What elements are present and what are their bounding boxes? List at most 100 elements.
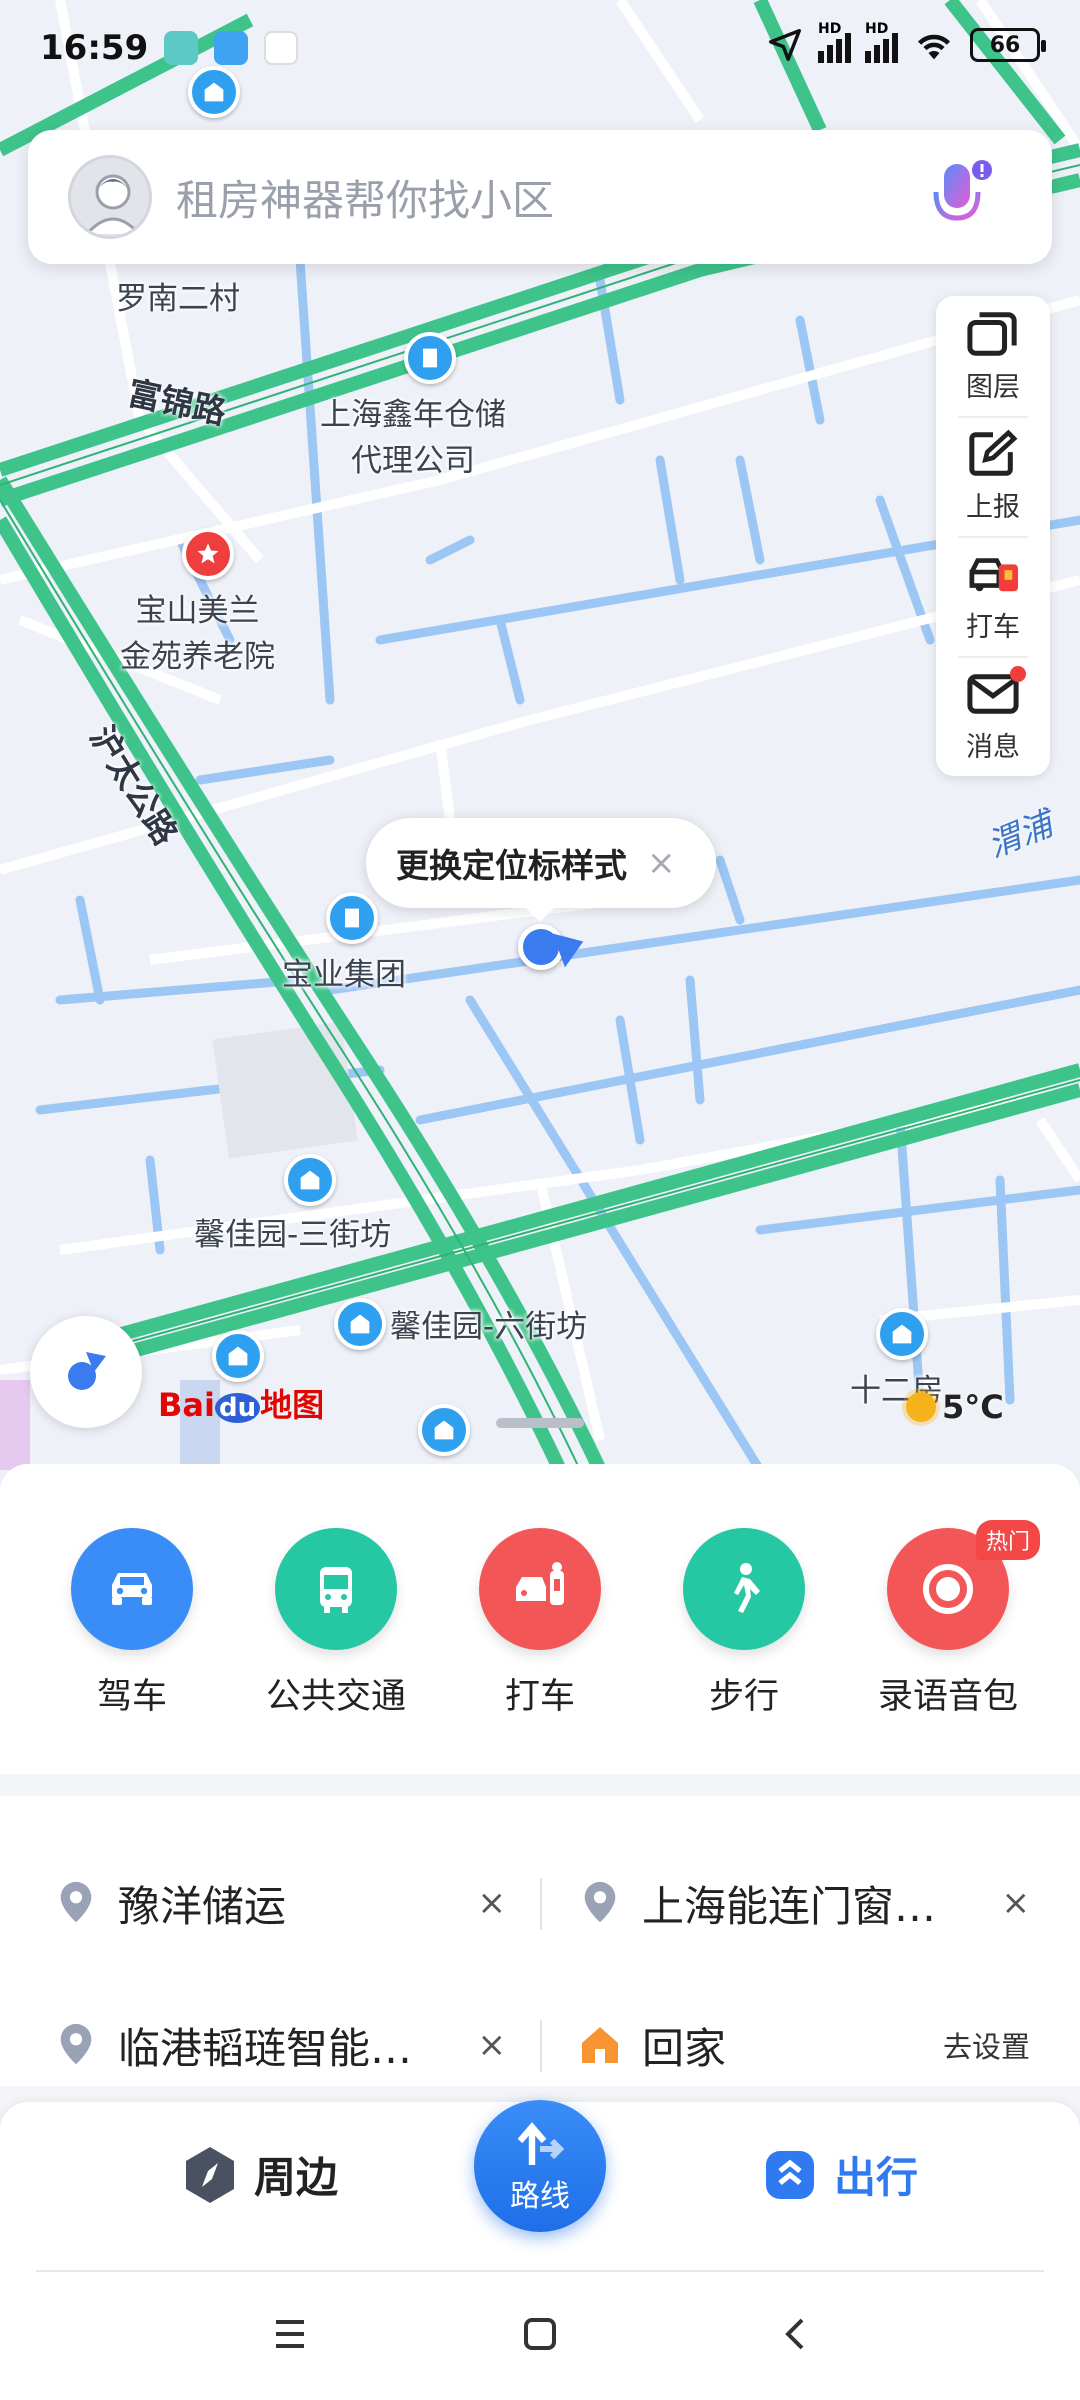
tool-label: 消息 (966, 731, 1020, 763)
recent-destinations: 豫洋储运 × 上海能连门窗… × 临港韬琏智能… × 回家 去设置 (0, 1796, 1080, 2086)
sheet-drag-handle[interactable] (496, 1418, 584, 1428)
poi-building-icon[interactable] (334, 1298, 386, 1350)
remove-icon[interactable]: × (478, 2025, 507, 2065)
wifi-icon (917, 34, 951, 60)
map-place-label[interactable]: 上海鑫年仓储 代理公司 (320, 392, 506, 484)
tool-layers[interactable]: 图层 (936, 296, 1050, 416)
map-place-label[interactable]: 馨佳园-六街坊 (390, 1304, 587, 1350)
route-label: 路线 (510, 2179, 570, 2214)
unread-dot (1010, 666, 1026, 682)
locate-button[interactable] (30, 1316, 142, 1428)
poi-building-icon[interactable] (212, 1330, 264, 1382)
travel-modes: 驾车 公共交通 打车 步行 录语音包 热门 (0, 1464, 1080, 1774)
mode-drive[interactable]: 驾车 (42, 1528, 222, 1774)
divider (540, 1878, 542, 1930)
nav-nearby[interactable]: 周边 (182, 2144, 338, 2205)
travel-icon (766, 2150, 814, 2199)
layers-icon (967, 311, 1017, 356)
weather-temperature: 5°C (942, 1388, 1004, 1426)
poi-building-icon[interactable] (876, 1308, 928, 1360)
voice-mic-icon[interactable] (924, 158, 996, 238)
location-pin-icon (60, 2023, 92, 2065)
nav-label: 出行 (834, 2153, 919, 2202)
status-time: 16:59 (40, 28, 149, 68)
nav-travel[interactable]: 出行 (762, 2144, 918, 2205)
mode-walk[interactable]: 步行 (654, 1528, 834, 1774)
mode-label: 打车 (504, 1677, 575, 1717)
recent-item-text[interactable]: 上海能连门窗… (642, 1873, 972, 1934)
compass-icon (186, 2146, 234, 2203)
search-input[interactable]: 租房神器帮你找小区 (176, 167, 554, 228)
weather-widget[interactable]: 5°C (906, 1388, 1004, 1426)
home-square-icon[interactable] (520, 2314, 560, 2354)
tool-label: 打车 (966, 611, 1020, 643)
mode-label: 步行 (708, 1677, 779, 1717)
map-place-label[interactable]: 罗南二村 (116, 276, 240, 322)
remove-icon[interactable]: × (478, 1883, 507, 1923)
tool-label: 上报 (966, 491, 1020, 523)
recent-item-text[interactable]: 豫洋储运 (118, 1873, 448, 1934)
report-icon (969, 429, 1018, 476)
mode-transit[interactable]: 公共交通 (246, 1528, 426, 1774)
mode-label: 录语音包 (877, 1677, 1018, 1717)
recent-item[interactable]: 临港韬琏智能… × (56, 2000, 506, 2090)
nav-label: 周边 (254, 2153, 339, 2202)
poi-building-icon[interactable] (418, 1404, 470, 1456)
route-button[interactable]: 路线 (474, 2100, 606, 2232)
poi-building-icon[interactable] (284, 1154, 336, 1206)
location-pin-icon (60, 1881, 92, 1923)
app-notification-icon (264, 31, 299, 65)
mode-label: 驾车 (96, 1677, 167, 1717)
walk-icon (683, 1528, 805, 1650)
mode-label: 公共交通 (265, 1677, 406, 1717)
location-style-tip-text[interactable]: 更换定位标样式 (396, 839, 627, 887)
signal-icon: HD (818, 21, 851, 63)
poi-star-icon[interactable] (182, 528, 234, 580)
sun-icon (906, 1392, 936, 1422)
app-notification-icon (214, 31, 249, 65)
signal-icon: HD (865, 21, 898, 63)
recent-item[interactable]: 豫洋储运 × (56, 1858, 506, 1948)
hot-badge: 热门 (975, 1520, 1040, 1560)
mode-taxi[interactable]: 打车 (450, 1528, 630, 1774)
status-bar: 16:59 HD HD 66 (0, 0, 1080, 96)
poi-building-icon[interactable] (404, 332, 456, 384)
map-place-label[interactable]: 馨佳园-三街坊 (194, 1212, 391, 1258)
bus-icon (275, 1528, 397, 1650)
avatar[interactable] (68, 155, 152, 239)
divider (540, 2020, 542, 2072)
baidu-map-logo: Bai du 地图 (158, 1386, 325, 1424)
locate-compass-icon (68, 1352, 106, 1390)
system-nav-bar (0, 2272, 1080, 2400)
hd-badge: HD (818, 21, 842, 37)
map-place-label[interactable]: 宝业集团 (282, 952, 406, 998)
location-pin-icon (584, 1881, 616, 1923)
recent-item-text[interactable]: 临港韬琏智能… (118, 2015, 448, 2076)
hd-badge: HD (865, 21, 889, 37)
app-notification-icon (164, 31, 199, 65)
poi-building-icon[interactable] (326, 892, 378, 944)
map-tools-panel: 图层 上报 打车 消息 (936, 296, 1050, 776)
tool-taxi[interactable]: 打车 (936, 536, 1050, 656)
car-icon (71, 1528, 193, 1650)
back-icon[interactable] (776, 2314, 816, 2354)
location-arrow-icon (769, 29, 801, 61)
mode-voice-pack[interactable]: 录语音包 热门 (858, 1520, 1040, 1774)
location-style-tip[interactable]: 更换定位标样式 × (366, 818, 716, 922)
taxi-icon (969, 557, 1018, 591)
recent-item-text[interactable]: 回家 (642, 2015, 902, 2076)
map-place-label[interactable]: 宝山美兰 金苑养老院 (120, 588, 275, 680)
home-icon (582, 2027, 618, 2063)
route-arrow-icon (517, 2122, 565, 2165)
tool-report[interactable]: 上报 (936, 416, 1050, 536)
remove-icon[interactable]: × (1002, 1883, 1031, 1923)
tool-label: 图层 (966, 371, 1020, 403)
recent-item-home[interactable]: 回家 去设置 (580, 2000, 1030, 2090)
search-bar[interactable]: 租房神器帮你找小区 (28, 130, 1052, 264)
tool-messages[interactable]: 消息 (936, 656, 1050, 776)
recent-item[interactable]: 上海能连门窗… × (580, 1858, 1030, 1948)
set-home-link[interactable]: 去设置 (943, 2024, 1030, 2066)
menu-icon[interactable] (270, 2314, 310, 2354)
status-indicators: HD HD 66 (766, 21, 1046, 64)
close-icon[interactable]: × (647, 843, 676, 883)
